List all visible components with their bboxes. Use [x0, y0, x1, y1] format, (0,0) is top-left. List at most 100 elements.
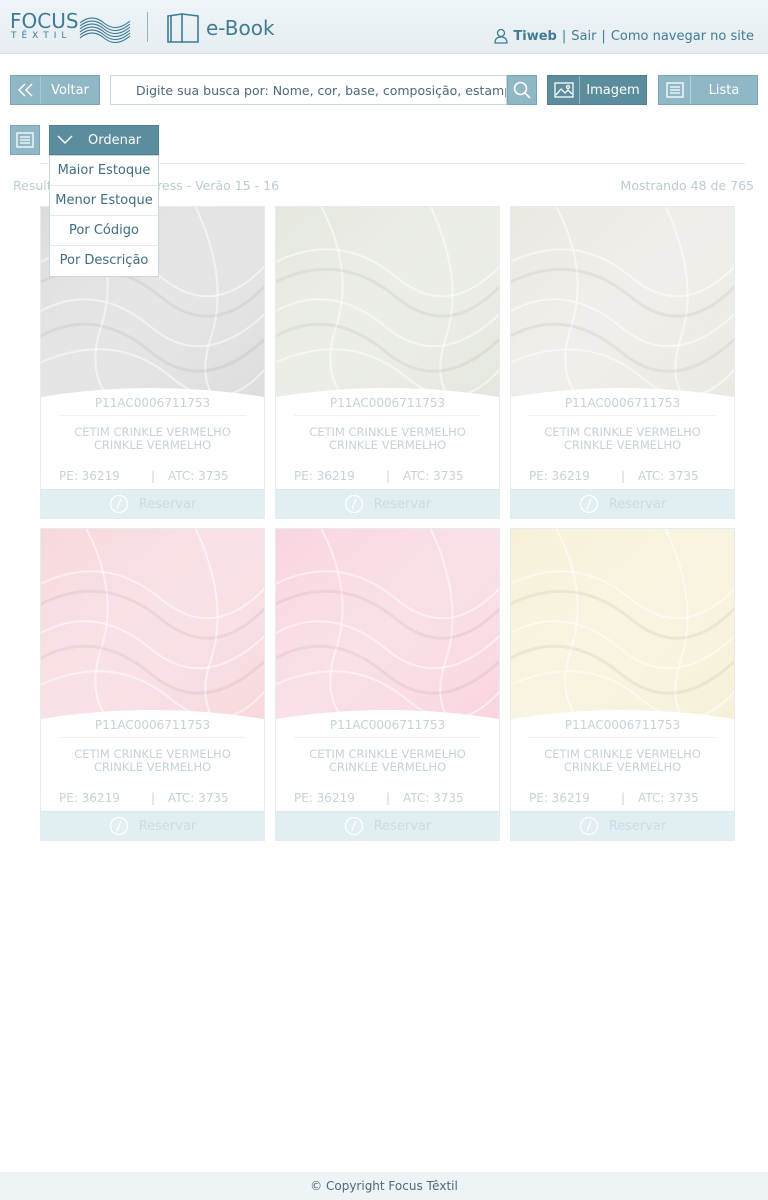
stats-separator: | [151, 791, 156, 805]
fabric-image[interactable] [41, 529, 264, 723]
reserve-button[interactable]: Reservar [276, 811, 499, 840]
list-view-button[interactable]: Lista [658, 75, 758, 105]
reserve-icon [579, 494, 598, 514]
reserve-label: Reservar [373, 496, 432, 512]
menu-icon [16, 132, 34, 148]
results-count: Mostrando 48 de 765 [620, 178, 754, 193]
reserve-button[interactable]: Reservar [511, 811, 734, 840]
card-divider [59, 737, 246, 738]
product-name-line2: CRINKLE VERMELHO [328, 760, 447, 774]
reserve-button[interactable]: Reservar [511, 489, 734, 518]
stats-separator: | [386, 791, 391, 805]
filter-menu-button[interactable] [10, 125, 40, 155]
card-divider [294, 415, 481, 416]
order-option-maior-estoque[interactable]: Maior Estoque [50, 156, 158, 186]
double-chevron-left-icon [11, 76, 41, 104]
image-view-button[interactable]: Imagem [547, 75, 647, 105]
product-name-line2: CRINKLE VERMELHO [563, 438, 682, 452]
image-view-label: Imagem [586, 82, 640, 98]
reserve-label: Reservar [138, 496, 197, 512]
card-divider [529, 415, 716, 416]
reserve-label: Reservar [608, 496, 667, 512]
order-option-por-codigo[interactable]: Por Código [50, 216, 158, 246]
product-atc: ATC: 3735 [168, 469, 229, 483]
site-header: FOCUS TÊXTIL e-Book Tiweb | Sair | Como … [0, 0, 768, 54]
product-atc: ATC: 3735 [638, 791, 699, 805]
product-pe: PE: 36219 [294, 469, 355, 483]
search-button[interactable] [507, 75, 537, 105]
product-card[interactable]: P11AC0006711753 CETIM CRINKLE VERMELHO C… [275, 528, 500, 841]
help-link[interactable]: Como navegar no site [611, 29, 754, 44]
product-card[interactable]: P11AC0006711753 CETIM CRINKLE VERMELHO C… [40, 528, 265, 841]
stats-separator: | [151, 469, 156, 483]
product-code: P11AC0006711753 [94, 718, 211, 732]
product-code: P11AC0006711753 [329, 718, 446, 732]
fabric-image[interactable] [276, 529, 499, 723]
reserve-icon [579, 816, 598, 836]
reserve-button[interactable]: Reservar [41, 489, 264, 518]
product-card[interactable]: P11AC0006711753 CETIM CRINKLE VERMELHO C… [510, 206, 735, 519]
product-name: CETIM CRINKLE VERMELHO CRINKLE VERMELHO [41, 426, 264, 452]
search-icon [513, 81, 531, 99]
list-view-label: Lista [708, 82, 740, 98]
fabric-image[interactable] [511, 529, 734, 723]
copyright-text: © Copyright Focus Têxtil [310, 1179, 458, 1193]
reserve-icon [109, 494, 128, 514]
stats-separator: | [621, 469, 626, 483]
product-atc: ATC: 3735 [403, 791, 464, 805]
logo-waves-icon [79, 17, 131, 43]
user-icon [494, 28, 509, 44]
reserve-label: Reservar [373, 818, 432, 834]
reserve-icon [344, 494, 363, 514]
card-divider [294, 737, 481, 738]
product-name: CETIM CRINKLE VERMELHO CRINKLE VERMELHO [41, 748, 264, 774]
card-divider [59, 415, 246, 416]
logo-subtext: TÊXTIL [11, 31, 72, 41]
list-icon [659, 76, 691, 104]
product-code: P11AC0006711753 [94, 396, 211, 410]
product-name: CETIM CRINKLE VERMELHO CRINKLE VERMELHO [511, 748, 734, 774]
product-pe: PE: 36219 [529, 469, 590, 483]
order-option-menor-estoque[interactable]: Menor Estoque [50, 186, 158, 216]
fabric-image[interactable] [511, 207, 734, 401]
book-icon [167, 13, 199, 43]
product-pe: PE: 36219 [59, 791, 120, 805]
product-code: P11AC0006711753 [564, 718, 681, 732]
fabric-image[interactable] [276, 207, 499, 401]
order-option-por-descricao[interactable]: Por Descrição [50, 246, 158, 276]
product-pe: PE: 36219 [294, 791, 355, 805]
product-name-line2: CRINKLE VERMELHO [328, 438, 447, 452]
back-button-label: Voltar [51, 82, 89, 98]
order-button-label: Ordenar [88, 132, 142, 148]
user-nav: Tiweb | Sair | Como navegar no site [494, 28, 754, 44]
nav-separator: | [561, 28, 567, 44]
search-box [110, 75, 507, 105]
product-card[interactable]: P11AC0006711753 CETIM CRINKLE VERMELHO C… [275, 206, 500, 519]
product-atc: ATC: 3735 [168, 791, 229, 805]
header-divider [147, 12, 148, 42]
image-icon [548, 76, 580, 104]
product-name-line2: CRINKLE VERMELHO [93, 760, 212, 774]
product-code: P11AC0006711753 [564, 396, 681, 410]
focus-textil-logo[interactable]: FOCUS TÊXTIL [10, 9, 132, 45]
order-button[interactable]: Ordenar [49, 125, 159, 155]
product-code: P11AC0006711753 [329, 396, 446, 410]
order-dropdown: Maior Estoque Menor Estoque Por Código P… [49, 155, 159, 277]
stats-separator: | [386, 469, 391, 483]
reserve-button[interactable]: Reservar [41, 811, 264, 840]
logout-link[interactable]: Sair [571, 29, 596, 44]
reserve-label: Reservar [138, 818, 197, 834]
product-pe: PE: 36219 [529, 791, 590, 805]
user-name[interactable]: Tiweb [513, 29, 556, 44]
product-name-line2: CRINKLE VERMELHO [93, 438, 212, 452]
reserve-button[interactable]: Reservar [276, 489, 499, 518]
reserve-icon [344, 816, 363, 836]
search-input[interactable] [136, 82, 506, 98]
card-divider [529, 737, 716, 738]
back-button[interactable]: Voltar [10, 75, 100, 105]
product-name: CETIM CRINKLE VERMELHO CRINKLE VERMELHO [276, 748, 499, 774]
chevron-down-icon [50, 126, 80, 154]
product-card[interactable]: P11AC0006711753 CETIM CRINKLE VERMELHO C… [510, 528, 735, 841]
footer: © Copyright Focus Têxtil [0, 1172, 768, 1200]
product-name-line2: CRINKLE VERMELHO [563, 760, 682, 774]
